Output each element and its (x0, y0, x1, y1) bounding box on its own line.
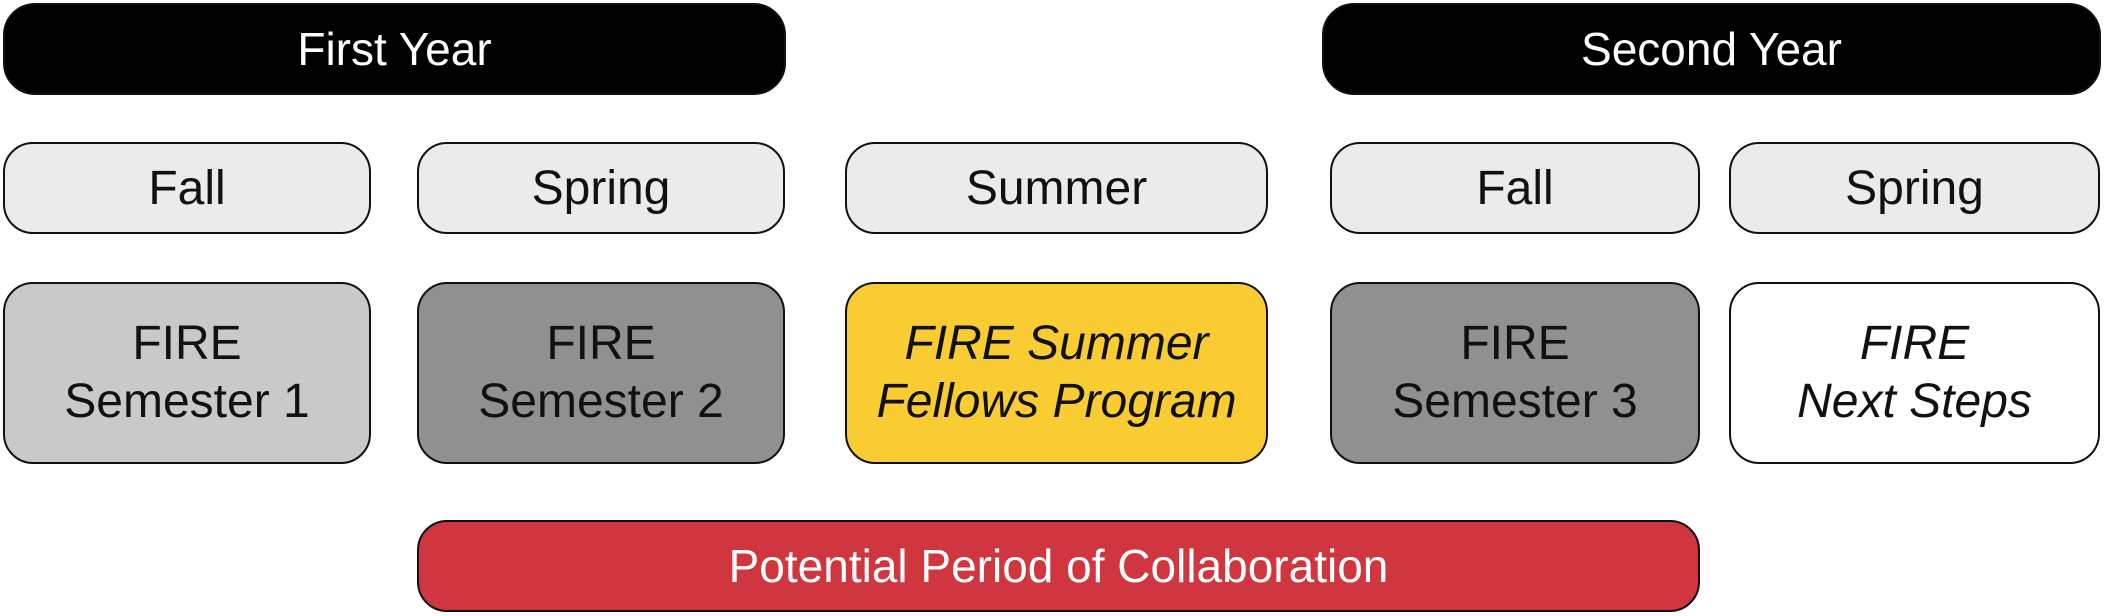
program-title: FIRE (1859, 317, 1970, 370)
collaboration-period-bar: Potential Period of Collaboration (417, 520, 1700, 612)
program-fire-semester-3: FIRE Semester 3 (1330, 282, 1700, 464)
program-subtitle: Fellows Program (876, 375, 1237, 428)
season-second-year-fall: Fall (1330, 142, 1700, 234)
collaboration-label: Potential Period of Collaboration (728, 540, 1389, 592)
program-subtitle: Next Steps (1797, 375, 2032, 428)
program-fire-semester-1: FIRE Semester 1 (3, 282, 371, 464)
program-subtitle: Semester 1 (64, 375, 310, 428)
season-first-year-spring: Spring (417, 142, 785, 234)
program-subtitle: Semester 2 (478, 375, 724, 428)
season-label: Spring (1845, 161, 1984, 215)
program-title: FIRE (546, 317, 656, 370)
first-year-header: First Year (3, 3, 786, 95)
season-label: Summer (965, 161, 1148, 215)
program-subtitle: Semester 3 (1392, 375, 1638, 428)
second-year-label: Second Year (1581, 23, 1842, 75)
first-year-label: First Year (297, 23, 492, 75)
season-label: Fall (1476, 161, 1554, 215)
season-label: Fall (148, 161, 226, 215)
season-first-year-fall: Fall (3, 142, 371, 234)
season-label: Spring (531, 161, 671, 215)
program-fire-summer-fellows: FIRE Summer Fellows Program (845, 282, 1268, 464)
season-second-year-spring: Spring (1729, 142, 2100, 234)
program-title: FIRE (132, 317, 242, 370)
program-fire-semester-2: FIRE Semester 2 (417, 282, 785, 464)
program-fire-next-steps: FIRE Next Steps (1729, 282, 2100, 464)
second-year-header: Second Year (1322, 3, 2101, 95)
season-summer: Summer (845, 142, 1268, 234)
program-title: FIRE (1460, 317, 1570, 370)
program-title: FIRE Summer (904, 317, 1209, 370)
